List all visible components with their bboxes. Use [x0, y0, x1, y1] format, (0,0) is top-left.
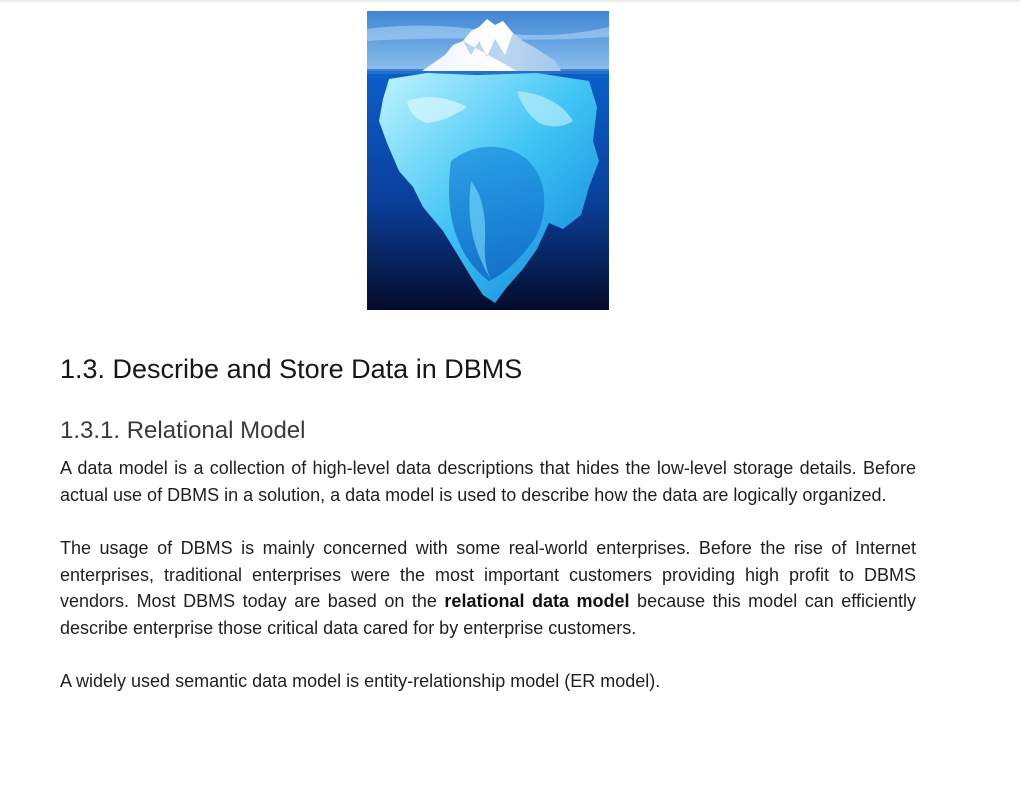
paragraph-data-model: A data model is a collection of high-lev… [60, 458, 916, 505]
subsection-heading: 1.3.1. Relational Model [60, 417, 306, 444]
section-heading: 1.3. Describe and Store Data in DBMS [60, 354, 523, 384]
iceberg-image [367, 11, 609, 310]
paragraph-dbms-usage: The usage of DBMS is mainly concerned wi… [60, 535, 916, 641]
paragraph-er-model: A widely used semantic data model is ent… [60, 671, 661, 691]
article-body: 1.3. Describe and Store Data in DBMS 1.3… [60, 352, 916, 695]
relational-data-model-term: relational data model [444, 591, 630, 611]
top-divider [0, 0, 1020, 2]
